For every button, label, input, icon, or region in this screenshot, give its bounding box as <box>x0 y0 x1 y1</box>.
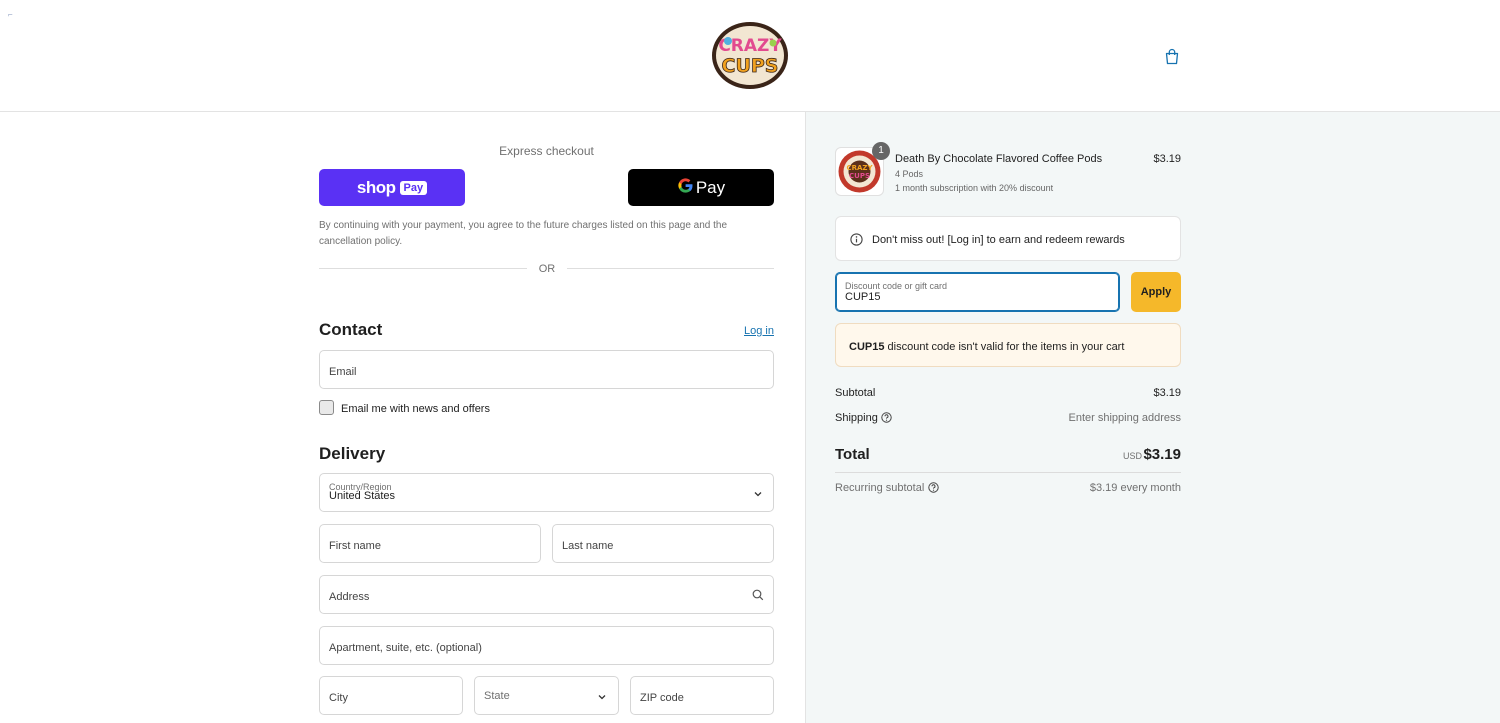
recurring-subtotal-value: $3.19 every month <box>1089 482 1181 494</box>
shop-pay-wordmark: shop <box>356 177 396 197</box>
apartment-placeholder: Apartment, suite, etc. (optional) <box>329 642 482 654</box>
login-link[interactable]: Log in <box>744 325 774 337</box>
google-g-icon <box>677 177 694 199</box>
shop-pay-button[interactable]: shop Pay <box>319 169 465 206</box>
product-variant: 4 Pods <box>895 169 924 179</box>
corner-mark: ⌐ <box>8 10 13 19</box>
state-placeholder: State <box>484 690 510 702</box>
product-price: $3.19 <box>1153 153 1181 165</box>
total-label: Total <box>835 446 870 463</box>
svg-text:CUPS: CUPS <box>722 55 779 77</box>
help-icon[interactable] <box>928 482 939 493</box>
help-icon[interactable] <box>881 412 892 423</box>
country-value: United States <box>329 490 396 502</box>
total-currency: USD <box>1122 451 1142 461</box>
rewards-banner[interactable]: Don't miss out! [Log in] to earn and red… <box>835 216 1181 261</box>
subtotal-label: Subtotal <box>835 387 876 399</box>
product-subscription: 1 month subscription with 20% discount <box>895 183 1054 193</box>
apply-discount-button[interactable]: Apply <box>1131 272 1181 312</box>
country-select[interactable]: Country/Region United States <box>319 473 774 512</box>
first-name-field[interactable]: First name <box>319 524 541 563</box>
express-checkout-title: Express checkout <box>499 144 594 158</box>
zip-placeholder: ZIP code <box>640 692 684 704</box>
last-name-field[interactable]: Last name <box>552 524 774 563</box>
newsletter-checkbox[interactable] <box>319 400 334 415</box>
email-placeholder: Email <box>329 366 357 378</box>
newsletter-label: Email me with news and offers <box>341 403 490 415</box>
svg-text:CRAZY: CRAZY <box>846 164 873 172</box>
discount-warning: CUP15 discount code isn't valid for the … <box>835 323 1181 367</box>
svg-text:CUPS: CUPS <box>849 172 870 180</box>
subtotal-value: $3.19 <box>1153 387 1181 399</box>
warning-message: discount code isn't valid for the items … <box>884 341 1125 353</box>
city-field[interactable]: City <box>319 676 463 715</box>
site-header: ⌐ CRAZY CUPS <box>0 0 1500 112</box>
discount-label: Discount code or gift card <box>845 281 948 291</box>
apartment-field[interactable]: Apartment, suite, etc. (optional) <box>319 626 774 665</box>
cart-button[interactable] <box>1161 45 1183 67</box>
shop-pay-pill: Pay <box>399 180 428 195</box>
shipping-value: Enter shipping address <box>1068 412 1181 424</box>
crazy-cups-logo[interactable]: CRAZY CUPS <box>711 21 789 90</box>
product-name: Death By Chocolate Flavored Coffee Pods <box>895 153 1103 165</box>
google-pay-label: Pay <box>695 177 726 197</box>
state-select[interactable]: State <box>474 676 619 715</box>
shopping-bag-icon <box>1165 48 1179 64</box>
address-placeholder: Address <box>329 591 370 603</box>
discount-code-input[interactable]: Discount code or gift card CUP15 <box>835 272 1120 312</box>
contact-heading: Contact <box>319 320 383 339</box>
search-icon <box>752 589 764 601</box>
first-name-placeholder: First name <box>329 540 381 552</box>
or-label: OR <box>527 263 567 275</box>
recurring-subtotal-label: Recurring subtotal <box>835 482 925 494</box>
total-amount: $3.19 <box>1143 446 1181 463</box>
info-icon <box>850 233 863 246</box>
last-name-placeholder: Last name <box>562 540 614 552</box>
quantity-badge: 1 <box>872 142 890 160</box>
discount-value: CUP15 <box>845 291 881 303</box>
discount-warning-text: CUP15 discount code isn't valid for the … <box>849 341 1124 353</box>
payment-terms: By continuing with your payment, you agr… <box>319 220 728 247</box>
zip-field[interactable]: ZIP code <box>630 676 774 715</box>
city-placeholder: City <box>329 692 348 704</box>
email-field[interactable]: Email <box>319 350 774 389</box>
google-pay-button[interactable]: Pay <box>628 169 774 206</box>
chevron-down-icon <box>598 695 606 700</box>
total-divider <box>835 472 1181 473</box>
shipping-label: Shipping <box>835 412 878 424</box>
address-field[interactable]: Address <box>319 575 774 614</box>
warning-code: CUP15 <box>849 341 885 353</box>
rewards-text: Don't miss out! [Log in] to earn and red… <box>872 234 1125 246</box>
delivery-heading: Delivery <box>319 444 386 463</box>
chevron-down-icon <box>754 492 762 497</box>
